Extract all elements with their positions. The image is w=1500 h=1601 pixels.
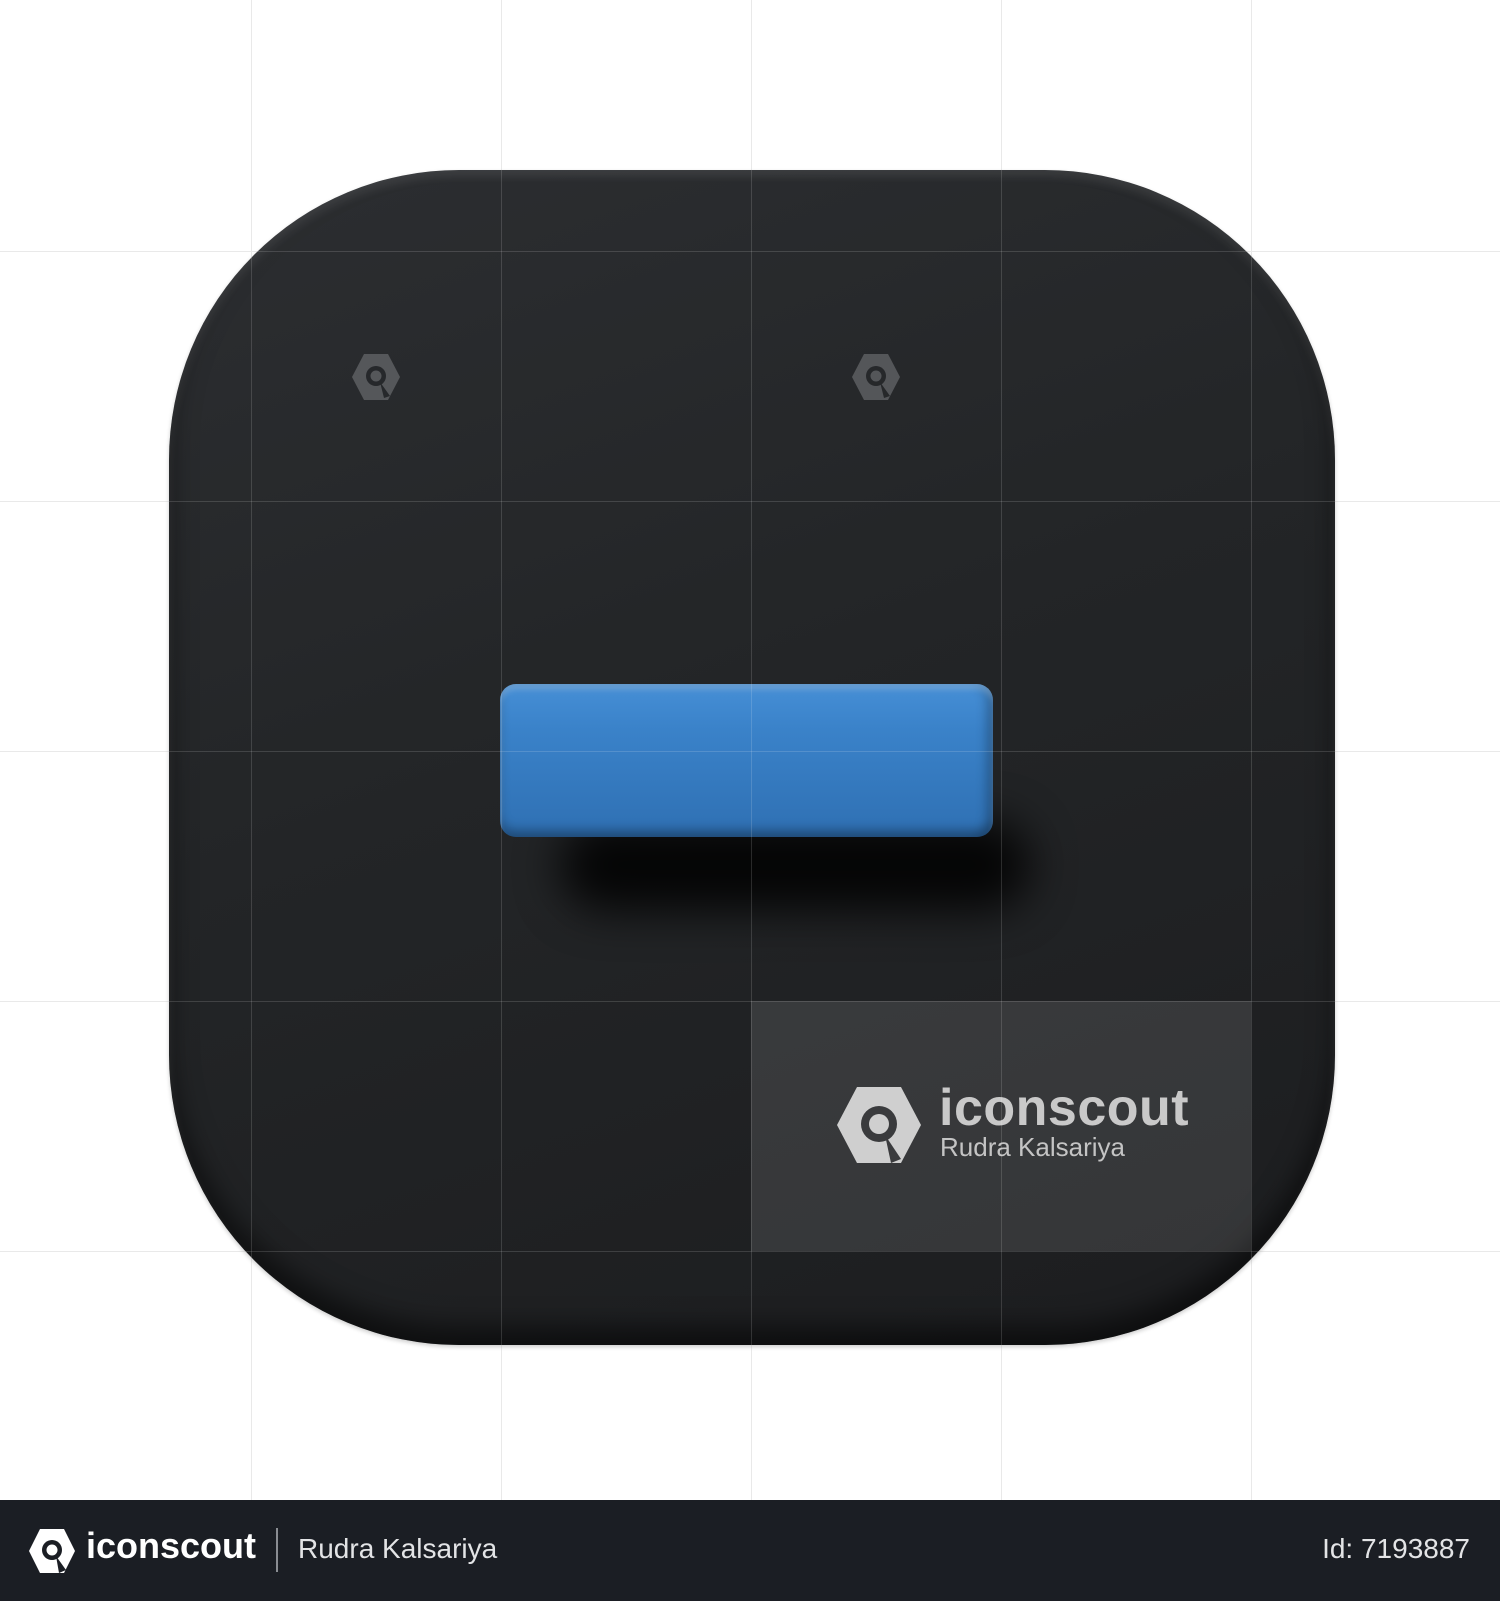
iconscout-logo-icon[interactable] bbox=[28, 1528, 76, 1574]
footer-brand[interactable]: iconscout bbox=[86, 1525, 256, 1567]
minus-icon bbox=[500, 684, 993, 837]
iconscout-watermark-icon bbox=[852, 354, 900, 400]
asset-id: Id: 7193887 bbox=[1322, 1533, 1470, 1564]
watermark-author: Rudra Kalsariya bbox=[940, 1132, 1125, 1162]
iconscout-watermark-icon bbox=[352, 354, 400, 400]
watermark-brand: iconscout bbox=[939, 1079, 1190, 1137]
footer-divider bbox=[276, 1528, 278, 1572]
footer-bar: iconscout Rudra Kalsariya Id: 7193887 bbox=[0, 1500, 1500, 1601]
footer-author[interactable]: Rudra Kalsariya bbox=[298, 1533, 497, 1565]
icon-preview-canvas: iconscout Rudra Kalsariya bbox=[0, 0, 1500, 1500]
iconscout-logo-icon bbox=[837, 1087, 921, 1163]
